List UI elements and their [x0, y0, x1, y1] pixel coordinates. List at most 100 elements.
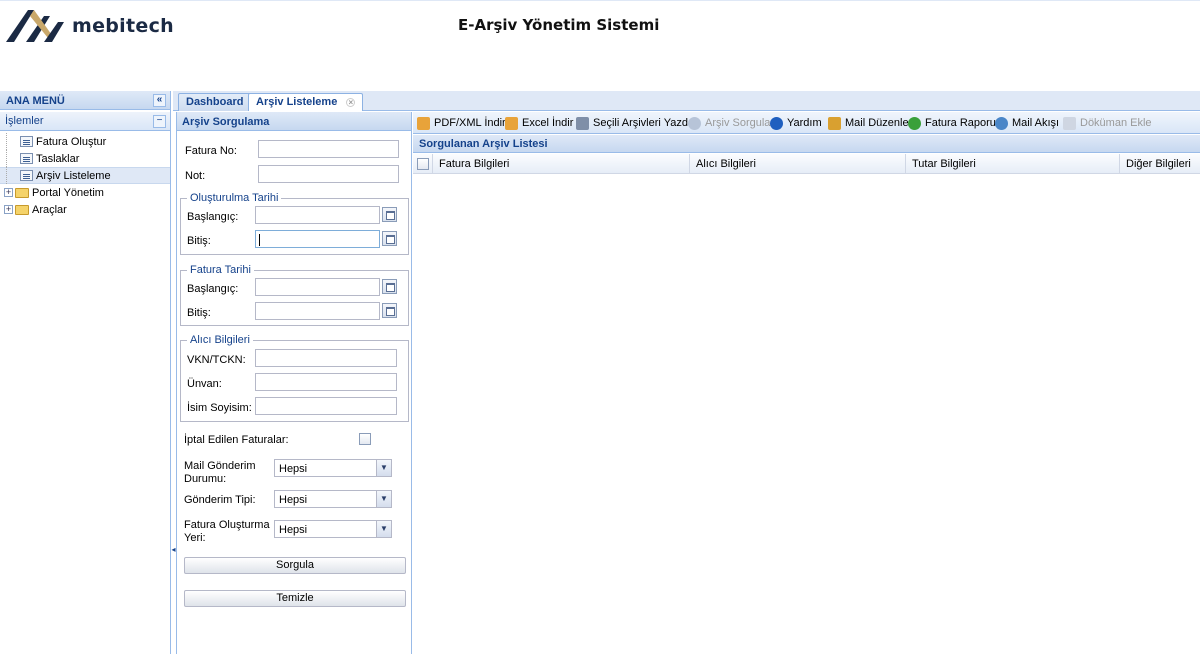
brand-logo: mebitech — [4, 4, 174, 48]
not-input[interactable] — [258, 165, 399, 183]
arsiv-sorgula-button[interactable]: Arşiv Sorgula — [688, 115, 770, 131]
mail-icon — [995, 116, 1008, 130]
calendar-icon[interactable] — [382, 231, 397, 246]
tab-label: Dashboard — [186, 96, 244, 108]
tree-item-label: Arşiv Listeleme — [36, 169, 111, 182]
toolbar-label: Mail Akışı — [1012, 117, 1060, 129]
column-header-tutar[interactable]: Tutar Bilgileri — [906, 154, 1120, 174]
double-chevron-left-icon: « — [156, 94, 163, 105]
splitter-arrow-icon: ◂ — [171, 545, 176, 554]
close-tab-icon[interactable]: × — [346, 98, 356, 107]
toolbar-label: Excel İndir — [522, 117, 574, 129]
olusturma-tarihi-fieldset: Oluşturulma Tarihi Başlangıç: Bitiş: — [180, 192, 409, 255]
edit-pencil-icon — [828, 116, 841, 130]
toolbar-label: Arşiv Sorgula — [705, 117, 771, 129]
refresh-icon — [908, 116, 921, 130]
collapse-section-button[interactable]: − — [153, 115, 166, 128]
excel-indir-button[interactable]: Excel İndir — [505, 115, 573, 131]
unvan-input[interactable] — [255, 373, 397, 391]
alici-bilgileri-legend: Alıcı Bilgileri — [187, 334, 253, 346]
not-label: Not: — [185, 170, 206, 182]
help-icon — [770, 116, 783, 130]
fatura-bitis-label: Bitiş: — [187, 307, 211, 319]
grid-header-row: Fatura Bilgileri Alıcı Bilgileri Tutar B… — [413, 154, 1200, 174]
olusturma-baslangic-label: Başlangıç: — [187, 211, 239, 223]
fatura-no-input[interactable] — [258, 140, 399, 158]
fatura-tarihi-legend: Fatura Tarihi — [187, 264, 254, 276]
attach-document-icon — [1063, 116, 1076, 130]
islemler-section-header[interactable]: İşlemler − — [0, 112, 170, 131]
secili-arsivleri-yazdir-button[interactable]: Seçili Arşivleri Yazdır — [576, 115, 695, 131]
tree-item-label: Fatura Oluştur — [36, 135, 107, 148]
fatura-raporu-button[interactable]: Fatura Raporu — [908, 115, 996, 131]
arsiv-sorgulama-panel: Arşiv Sorgulama Fatura No: Not: Oluşturu… — [176, 112, 412, 654]
list-toolbar: PDF/XML İndir Excel İndir Seçili Arşivle… — [413, 112, 1200, 134]
select-value: Hepsi — [279, 524, 308, 536]
tree-item-label: Portal Yönetim — [32, 186, 104, 199]
mail-akisi-button[interactable]: Mail Akışı — [995, 115, 1059, 131]
chevron-down-icon[interactable]: ▼ — [376, 491, 391, 507]
fatura-no-label: Fatura No: — [185, 145, 237, 157]
tree-item-label: Araçlar — [32, 203, 67, 216]
form-icon — [20, 136, 33, 147]
mebitech-logo-icon — [6, 10, 64, 42]
mail-duzenle-button[interactable]: Mail Düzenle — [828, 115, 909, 131]
select-all-checkbox[interactable] — [417, 158, 429, 170]
main-menu-panel: ANA MENÜ « İşlemler − Fatura Oluştur Tas… — [0, 91, 171, 654]
chevron-down-icon[interactable]: ▼ — [376, 460, 391, 476]
chevron-down-icon[interactable]: ▼ — [376, 521, 391, 537]
vkn-label: VKN/TCKN: — [187, 354, 246, 366]
tree-item-arsiv-listeleme[interactable]: Arşiv Listeleme — [0, 167, 170, 184]
expand-plus-icon[interactable]: + — [4, 205, 13, 214]
isim-soyisim-input[interactable] — [255, 397, 397, 415]
isim-soyisim-label: İsim Soyisim: — [187, 402, 252, 414]
collapse-menu-button[interactable]: « — [153, 94, 166, 107]
tree-item-portal-yonetim[interactable]: + Portal Yönetim — [0, 184, 170, 201]
fatura-baslangic-input[interactable] — [255, 278, 380, 296]
column-header-alici[interactable]: Alıcı Bilgileri — [690, 154, 906, 174]
tab-strip: Dashboard Arşiv Listeleme × — [173, 91, 1200, 111]
expand-plus-icon[interactable]: + — [4, 188, 13, 197]
main-menu-header: ANA MENÜ « — [0, 91, 170, 110]
sorgula-button[interactable]: Sorgula — [184, 557, 406, 574]
folder-icon — [15, 204, 29, 215]
olusturma-bitis-input[interactable] — [255, 230, 380, 248]
gonderim-tipi-select[interactable]: Hepsi ▼ — [274, 490, 392, 508]
olusturma-baslangic-input[interactable] — [255, 206, 380, 224]
iptal-checkbox[interactable] — [359, 433, 371, 445]
fatura-bitis-input[interactable] — [255, 302, 380, 320]
toolbar-label: Seçili Arşivleri Yazdır — [593, 117, 695, 129]
tree-item-label: Taslaklar — [36, 152, 80, 165]
download-icon — [417, 116, 430, 130]
mail-gonderim-select[interactable]: Hepsi ▼ — [274, 459, 392, 477]
calendar-icon[interactable] — [382, 303, 397, 318]
pdf-xml-indir-button[interactable]: PDF/XML İndir — [417, 115, 506, 131]
iptal-label: İptal Edilen Faturalar: — [184, 434, 289, 446]
dokuman-ekle-button[interactable]: Döküman Ekle — [1063, 115, 1152, 131]
gonderim-tipi-label: Gönderim Tipi: — [184, 494, 256, 506]
printer-icon — [576, 116, 589, 130]
search-icon — [688, 116, 701, 130]
olusturma-yeri-select[interactable]: Hepsi ▼ — [274, 520, 392, 538]
calendar-icon[interactable] — [382, 279, 397, 294]
temizle-button[interactable]: Temizle — [184, 590, 406, 607]
tab-dashboard[interactable]: Dashboard — [178, 93, 252, 111]
tree-item-taslaklar[interactable]: Taslaklar — [0, 150, 170, 167]
tab-arsiv-listeleme[interactable]: Arşiv Listeleme × — [248, 93, 364, 111]
unvan-label: Ünvan: — [187, 378, 222, 390]
islemler-section-title: İşlemler — [5, 115, 44, 127]
text-cursor — [259, 234, 260, 246]
brand-name: mebitech — [72, 15, 174, 37]
form-icon — [20, 153, 33, 164]
folder-icon — [15, 187, 29, 198]
column-header-fatura[interactable]: Fatura Bilgileri — [433, 154, 690, 174]
yardim-button[interactable]: Yardım — [770, 115, 822, 131]
tree-item-araclar[interactable]: + Araçlar — [0, 201, 170, 218]
tab-label: Arşiv Listeleme — [256, 96, 338, 108]
column-header-diger[interactable]: Diğer Bilgileri — [1120, 154, 1200, 174]
calendar-icon[interactable] — [382, 207, 397, 222]
vkn-input[interactable] — [255, 349, 397, 367]
select-value: Hepsi — [279, 463, 308, 475]
download-icon — [505, 116, 518, 130]
tree-item-fatura-olustur[interactable]: Fatura Oluştur — [0, 133, 170, 150]
